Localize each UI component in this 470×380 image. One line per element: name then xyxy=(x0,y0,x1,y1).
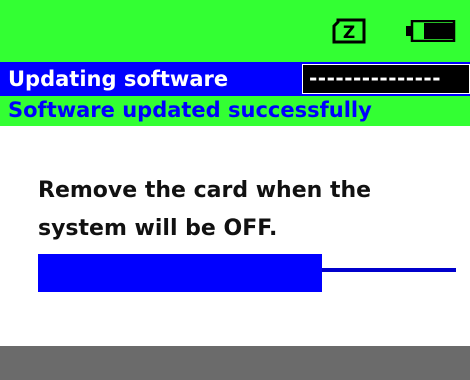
status-message: Software updated successfully xyxy=(8,98,372,122)
progress-indicator-box: --------------- xyxy=(302,64,470,94)
device-screen: Z Updating software --------------- Soft… xyxy=(0,0,470,380)
battery-icon xyxy=(406,20,456,42)
screen-title: Updating software xyxy=(8,67,229,91)
status-bar: Software updated successfully xyxy=(0,96,470,126)
instruction-line-1: Remove the card when the xyxy=(38,178,372,203)
bottom-bar xyxy=(0,346,470,380)
progress-fill xyxy=(38,254,322,292)
instruction-message: Remove the card when the system will be … xyxy=(38,172,438,248)
top-status-bar: Z xyxy=(0,0,470,62)
svg-text:Z: Z xyxy=(343,23,355,43)
instruction-line-2: system will be OFF. xyxy=(38,216,278,241)
sd-card-z-icon: Z xyxy=(332,18,366,44)
progress-dashes: --------------- xyxy=(309,66,442,90)
